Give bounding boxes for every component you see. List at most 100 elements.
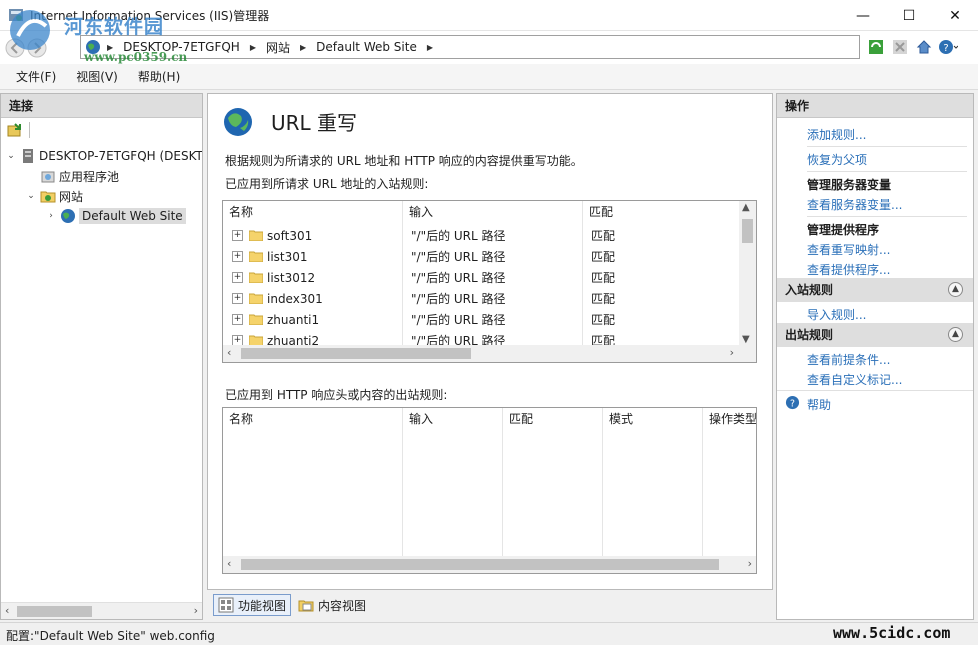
column-header-name[interactable]: 名称 [223,408,403,430]
help-dropdown-icon[interactable]: ? [938,37,958,57]
tab-content-view[interactable]: 内容视图 [293,594,371,616]
scrollbar-thumb[interactable] [742,219,753,243]
breadcrumb: ▶ DESKTOP-7ETGFQH ▶ 网站 ▶ Default Web Sit… [107,36,433,58]
scroll-left-icon[interactable]: ‹ [227,346,231,359]
divider [777,390,973,391]
view-tabs: 功能视图 内容视图 [213,594,371,616]
column-header-input[interactable]: 输入 [403,408,503,430]
collapse-up-icon[interactable]: ▲ [948,327,963,342]
folder-icon [249,272,263,283]
column-divider [502,408,503,558]
table-row[interactable]: + soft301 "/"后的 URL 路径 匹配 [223,225,615,246]
view-custom-tags-link[interactable]: 查看自定义标记... [807,371,902,388]
import-rules-link[interactable]: 导入规则... [807,306,866,323]
scroll-left-icon[interactable]: ‹ [5,604,9,617]
table-row[interactable]: + list301 "/"后的 URL 路径 匹配 [223,246,615,267]
expand-arrow-icon[interactable]: ⌄ [5,151,17,161]
menu-file[interactable]: 文件(F) [6,68,66,85]
globe-icon [61,209,75,223]
view-preconditions-link[interactable]: 查看前提条件... [807,351,890,368]
rule-match: 匹配 [591,250,616,264]
scroll-down-icon[interactable]: ▼ [742,334,750,345]
connect-icon[interactable] [7,122,23,138]
expand-plus-icon[interactable]: + [232,314,243,325]
column-header-action-type[interactable]: 操作类型 [703,408,756,430]
tree-node-server[interactable]: ⌄ DESKTOP-7ETGFQH (DESKTOP-7ETGFQH\Admin… [5,146,202,166]
outbound-horizontal-scrollbar[interactable]: ‹ › [223,556,756,573]
tree-node-app-pools[interactable]: 应用程序池 [25,166,119,186]
address-bar[interactable]: ▶ DESKTOP-7ETGFQH ▶ 网站 ▶ Default Web Sit… [80,35,860,59]
inbound-horizontal-scrollbar[interactable]: ‹ › [223,345,756,362]
column-header-match[interactable]: 匹配 [503,408,603,430]
scroll-right-icon[interactable]: › [730,346,734,359]
scrollbar-thumb[interactable] [241,348,471,359]
breadcrumb-server[interactable]: DESKTOP-7ETGFQH [123,40,240,54]
outbound-rules-table: 名称 输入 匹配 模式 操作类型 ‹ › [222,407,757,574]
scroll-right-icon[interactable]: › [748,557,752,570]
column-header-match[interactable]: 匹配 [583,201,743,223]
collapse-up-icon[interactable]: ▲ [948,282,963,297]
view-providers-link[interactable]: 查看提供程序... [807,261,890,278]
connections-tree: ⌄ DESKTOP-7ETGFQH (DESKTOP-7ETGFQH\Admin… [1,142,202,580]
view-server-variables-link[interactable]: 查看服务器变量... [807,196,902,213]
maximize-button[interactable]: ☐ [886,0,932,31]
tab-features-view[interactable]: 功能视图 [213,594,292,616]
help-icon: ? [785,395,800,409]
close-button[interactable]: ✕ [932,0,978,31]
status-text: 配置:"Default Web Site" web.config [6,629,215,643]
column-header-pattern[interactable]: 模式 [603,408,703,430]
connections-horizontal-scrollbar[interactable]: ‹ › [1,602,202,619]
connections-header: 连接 [1,94,202,118]
expand-plus-icon[interactable]: + [232,230,243,241]
scroll-right-icon[interactable]: › [194,604,198,617]
feature-description: 根据规则为所请求的 URL 地址和 HTTP 响应的内容提供重写功能。 [225,154,583,168]
stop-icon[interactable] [890,37,910,57]
back-forward-buttons[interactable] [4,37,80,59]
tree-label: 应用程序池 [59,169,120,184]
expand-plus-icon[interactable]: + [232,251,243,262]
expand-plus-icon[interactable]: + [232,272,243,283]
inbound-rules-section[interactable]: 入站规则 ▲ [777,278,973,302]
minimize-button[interactable]: — [840,0,886,31]
content-view-icon [298,600,314,612]
home-icon[interactable] [914,37,934,57]
scrollbar-thumb[interactable] [241,559,719,570]
inbound-vertical-scrollbar[interactable]: ▲ ▼ [739,201,756,346]
connections-toolbar [1,118,202,142]
menu-view[interactable]: 视图(V) [66,68,128,85]
toolbar-divider [29,122,30,138]
expand-plus-icon[interactable]: + [232,293,243,304]
rule-input: "/"后的 URL 路径 [411,271,506,285]
view-rewrite-maps-link[interactable]: 查看重写映射... [807,241,890,258]
scroll-up-icon[interactable]: ▲ [742,202,750,213]
scrollbar-thumb[interactable] [17,606,92,617]
help-link[interactable]: 帮助 [807,396,831,413]
rule-input: "/"后的 URL 路径 [411,229,506,243]
breadcrumb-sites[interactable]: 网站 [266,39,290,56]
column-divider [602,408,603,558]
address-row: ▶ DESKTOP-7ETGFQH ▶ 网站 ▶ Default Web Sit… [0,31,978,64]
table-row[interactable]: + index301 "/"后的 URL 路径 匹配 [223,288,615,309]
expand-arrow-icon[interactable]: › [45,211,57,221]
tab-label: 功能视图 [238,598,287,613]
scroll-left-icon[interactable]: ‹ [227,557,231,570]
column-header-name[interactable]: 名称 [223,201,403,223]
rule-name: list301 [267,249,308,264]
table-row[interactable]: + list3012 "/"后的 URL 路径 匹配 [223,267,615,288]
chevron-right-icon: ▶ [249,42,256,52]
revert-to-parent-link[interactable]: 恢复为父项 [807,151,867,168]
outbound-rules-section[interactable]: 出站规则 ▲ [777,323,973,347]
breadcrumb-default-web-site[interactable]: Default Web Site [316,40,417,54]
rule-name: list3012 [267,270,316,285]
section-title: 入站规则 [785,283,834,297]
tree-node-sites[interactable]: ⌄ 网站 [25,186,83,206]
table-row[interactable]: + zhuanti1 "/"后的 URL 路径 匹配 [223,309,615,330]
menu-help[interactable]: 帮助(H) [128,68,190,85]
refresh-icon[interactable] [866,37,886,57]
column-header-input[interactable]: 输入 [403,201,583,223]
globe-icon [86,40,100,54]
tree-node-default-web-site[interactable]: › Default Web Site [45,206,186,226]
tree-label: DESKTOP-7ETGFQH (DESKTOP-7ETGFQH\Adminis… [39,149,202,163]
add-rule-link[interactable]: 添加规则... [807,126,866,143]
expand-arrow-icon[interactable]: ⌄ [25,191,37,201]
